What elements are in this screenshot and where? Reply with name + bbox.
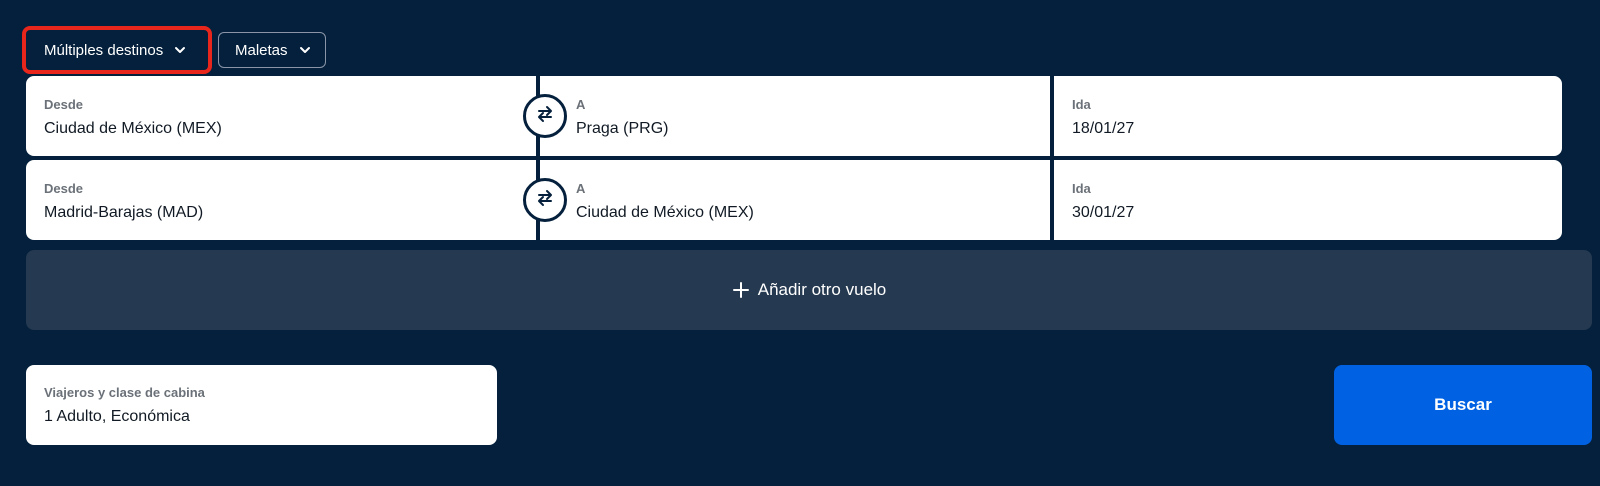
departure-date-field[interactable]: Ida 18/01/27 — [1054, 76, 1562, 156]
chevron-down-icon — [173, 43, 187, 57]
trip-type-dropdown[interactable]: Múltiples destinos — [22, 26, 212, 74]
origin-value: Ciudad de México (MEX) — [44, 120, 222, 137]
destination-label: A — [576, 181, 586, 196]
origin-label: Desde — [44, 97, 84, 112]
departure-date-field[interactable]: Ida 30/01/27 — [1054, 160, 1562, 240]
plus-icon — [732, 281, 750, 299]
flight-leg-1: Desde Ciudad de México (MEX) A Praga (PR… — [26, 76, 1592, 156]
bags-label: Maletas — [235, 41, 288, 59]
departure-date-label: Ida — [1072, 97, 1091, 112]
add-flight-button[interactable]: Añadir otro vuelo — [26, 250, 1592, 330]
destination-label: A — [576, 97, 586, 112]
add-flight-label: Añadir otro vuelo — [757, 280, 887, 299]
origin-label: Desde — [44, 181, 84, 196]
swap-button[interactable] — [523, 94, 567, 138]
destination-value: Praga (PRG) — [576, 120, 669, 137]
flight-leg-2: Desde Madrid-Barajas (MAD) A Ciudad de M… — [26, 160, 1592, 240]
travellers-value: 1 Adulto, Económica — [44, 408, 190, 425]
trip-options-row: Múltiples destinos Maletas — [22, 26, 326, 74]
search-button[interactable]: Buscar — [1334, 365, 1592, 445]
travellers-label: Viajeros y clase de cabina — [44, 385, 205, 400]
departure-date-value: 18/01/27 — [1072, 120, 1135, 137]
swap-button[interactable] — [523, 178, 567, 222]
destination-value: Ciudad de México (MEX) — [576, 204, 754, 221]
origin-value: Madrid-Barajas (MAD) — [44, 204, 204, 221]
travellers-cabin-field[interactable]: Viajeros y clase de cabina 1 Adulto, Eco… — [26, 365, 497, 445]
departure-date-value: 30/01/27 — [1072, 204, 1135, 221]
chevron-down-icon — [298, 43, 312, 57]
swap-arrows-icon — [535, 188, 555, 213]
destination-field[interactable]: A Ciudad de México (MEX) — [540, 160, 1050, 240]
origin-field[interactable]: Desde Madrid-Barajas (MAD) — [26, 160, 536, 240]
search-label: Buscar — [1434, 395, 1492, 414]
bags-dropdown[interactable]: Maletas — [218, 32, 326, 68]
swap-arrows-icon — [535, 104, 555, 129]
origin-field[interactable]: Desde Ciudad de México (MEX) — [26, 76, 536, 156]
departure-date-label: Ida — [1072, 181, 1091, 196]
destination-field[interactable]: A Praga (PRG) — [540, 76, 1050, 156]
trip-type-label: Múltiples destinos — [44, 41, 164, 59]
